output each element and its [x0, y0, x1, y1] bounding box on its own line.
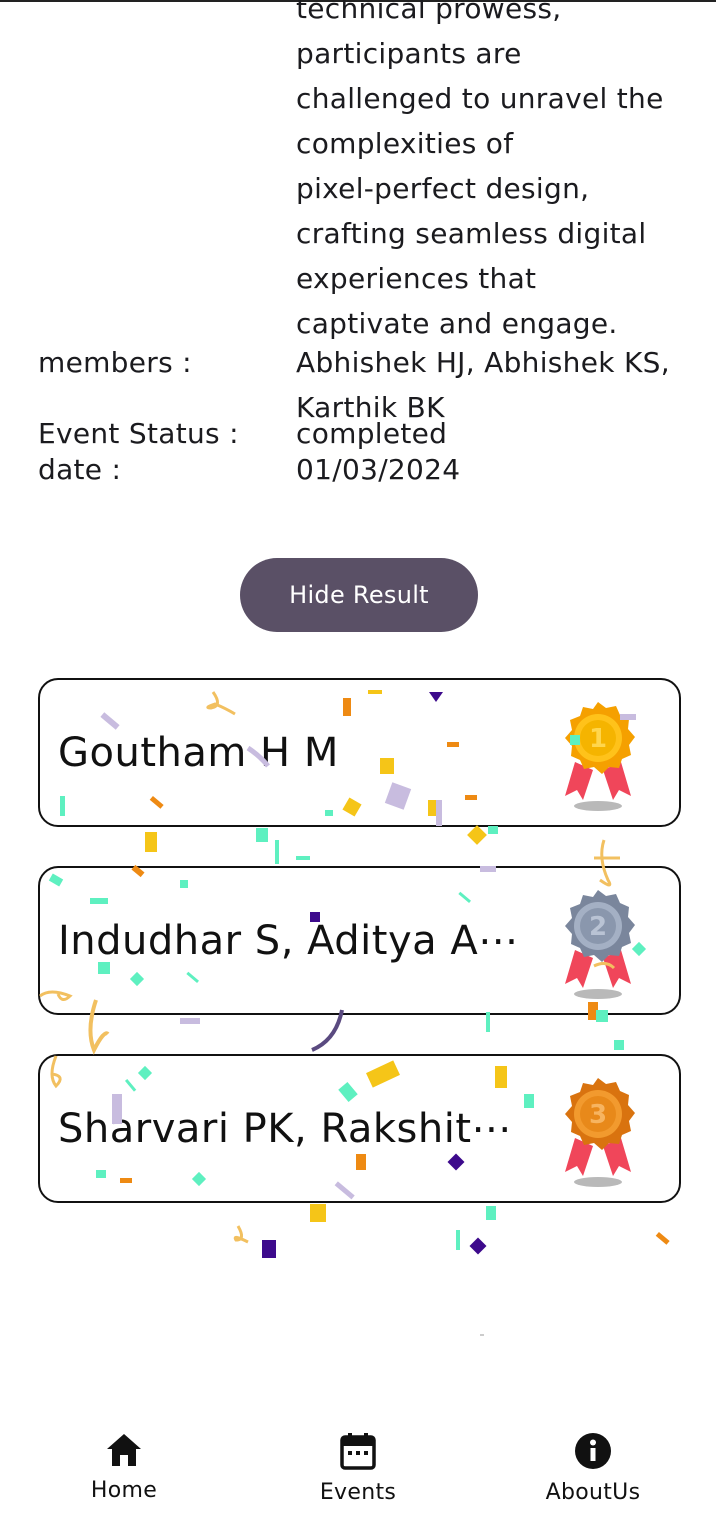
- description-text: technical prowess, participants are chal…: [296, 0, 688, 346]
- gold-medal-icon: 1: [565, 702, 635, 811]
- info-icon: [575, 1433, 611, 1469]
- result-card-third[interactable]: Sharvari PK, Rakshit⋯ 3: [38, 1054, 681, 1203]
- nav-about-label: AboutUs: [545, 1480, 641, 1505]
- status-row: Event Status : completed: [38, 414, 698, 454]
- date-value: 01/03/2024: [296, 453, 461, 486]
- description-line: crafting seamless digital: [296, 217, 647, 250]
- status-label: Event Status :: [38, 417, 239, 450]
- description-line: challenged to unravel the: [296, 82, 664, 115]
- winner-name: Goutham H M: [58, 729, 339, 776]
- nav-events[interactable]: Events: [278, 1418, 438, 1528]
- event-details: technical prowess, participants are chal…: [38, 0, 698, 490]
- nav-about[interactable]: AboutUs: [513, 1418, 673, 1528]
- description-row: technical prowess, participants are chal…: [38, 0, 698, 346]
- winner-name: Indudhar S, Aditya A⋯: [58, 917, 519, 964]
- nav-home[interactable]: Home: [44, 1418, 204, 1528]
- description-line: experiences that: [296, 262, 537, 295]
- calendar-icon: [340, 1433, 376, 1470]
- description-line: participants are: [296, 37, 522, 70]
- status-value: completed: [296, 417, 448, 450]
- hide-result-button[interactable]: Hide Result: [240, 558, 478, 632]
- description-label: [38, 0, 296, 346]
- result-card-first[interactable]: Goutham H M 1: [38, 678, 681, 827]
- silver-medal-icon: 2: [565, 890, 635, 999]
- date-row: date : 01/03/2024: [38, 450, 698, 490]
- medal-rank-number: 1: [589, 724, 607, 754]
- medal-rank-number: 2: [589, 912, 607, 942]
- result-card-second[interactable]: Indudhar S, Aditya A⋯ 2: [38, 866, 681, 1015]
- nav-home-label: Home: [90, 1478, 158, 1503]
- bronze-medal-icon: 3: [565, 1078, 635, 1187]
- description-line: pixel-perfect design,: [296, 172, 590, 205]
- home-icon: [107, 1434, 141, 1466]
- bottom-navigation: Home Events AboutUs: [0, 1418, 716, 1540]
- medal-rank-number: 3: [589, 1100, 607, 1130]
- description-line: technical prowess,: [296, 0, 562, 25]
- date-label: date :: [38, 453, 122, 486]
- description-line: complexities of: [296, 127, 514, 160]
- winner-name: Sharvari PK, Rakshit⋯: [58, 1105, 513, 1152]
- nav-events-label: Events: [319, 1480, 397, 1505]
